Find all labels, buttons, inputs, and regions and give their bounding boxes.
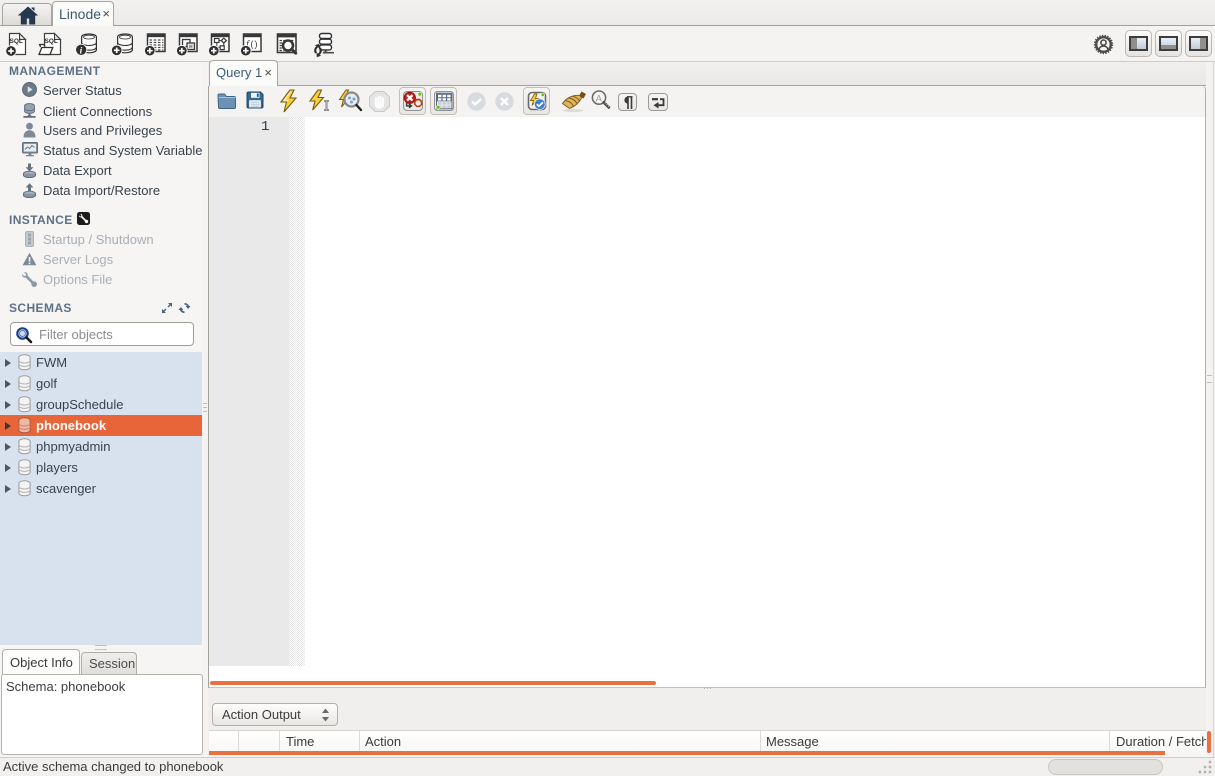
svg-text:i: i [80, 47, 83, 57]
svg-text:A: A [596, 94, 603, 105]
svg-text:(: ( [251, 39, 254, 49]
svg-text:SQL: SQL [10, 38, 23, 45]
svg-text:): ) [255, 39, 258, 49]
svg-text:SQL: SQL [45, 38, 58, 45]
